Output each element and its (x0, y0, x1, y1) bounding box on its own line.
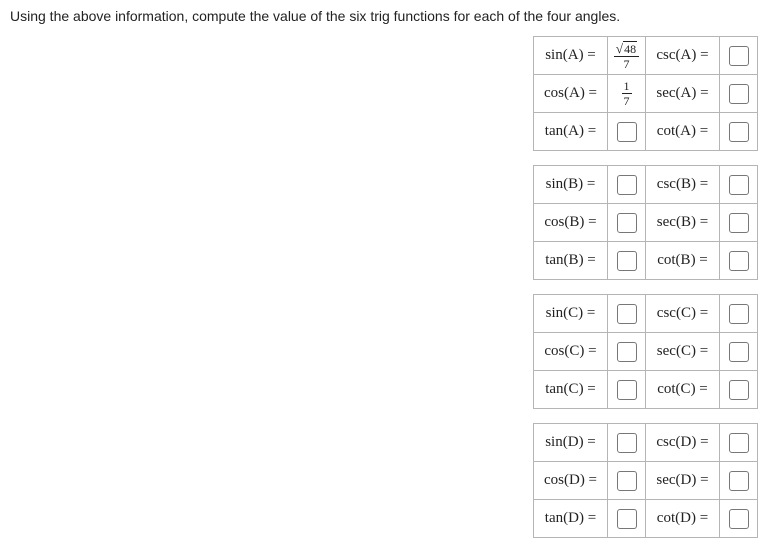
label-cos-D: cos(D) = (534, 462, 608, 500)
label-csc-C: csc(C) = (646, 295, 720, 333)
label-sec-B: sec(B) = (646, 204, 720, 242)
input-csc-D[interactable] (729, 433, 749, 453)
label-cot-B: cot(B) = (646, 242, 720, 280)
label-tan-C: tan(C) = (534, 371, 608, 409)
answer-groups: sin(A) = 48 7 csc(A) = cos(A) = 1 7 sec(… (10, 36, 768, 538)
label-tan-D: tan(D) = (534, 500, 608, 538)
input-csc-B[interactable] (729, 175, 749, 195)
value-cos-A: 1 7 (608, 75, 646, 113)
input-tan-C[interactable] (617, 380, 637, 400)
label-csc-B: csc(B) = (646, 166, 720, 204)
value-sin-A: 48 7 (608, 37, 646, 75)
label-sec-A: sec(A) = (646, 75, 720, 113)
input-cos-B[interactable] (617, 213, 637, 233)
label-tan-B: tan(B) = (534, 242, 608, 280)
input-sin-C[interactable] (617, 304, 637, 324)
label-tan-A: tan(A) = (534, 113, 608, 151)
label-sec-C: sec(C) = (646, 333, 720, 371)
label-sin-A: sin(A) = (534, 37, 608, 75)
input-tan-D[interactable] (617, 509, 637, 529)
input-sin-B[interactable] (617, 175, 637, 195)
label-cot-D: cot(D) = (646, 500, 720, 538)
prompt-text: Using the above information, compute the… (10, 8, 768, 24)
group-C: sin(C) = csc(C) = cos(C) = sec(C) = tan(… (533, 294, 758, 409)
label-cos-B: cos(B) = (534, 204, 608, 242)
input-sin-D[interactable] (617, 433, 637, 453)
input-csc-A[interactable] (729, 46, 749, 66)
input-cot-D[interactable] (729, 509, 749, 529)
label-sec-D: sec(D) = (646, 462, 720, 500)
group-B: sin(B) = csc(B) = cos(B) = sec(B) = tan(… (533, 165, 758, 280)
input-sec-D[interactable] (729, 471, 749, 491)
label-cos-C: cos(C) = (534, 333, 608, 371)
group-A: sin(A) = 48 7 csc(A) = cos(A) = 1 7 sec(… (533, 36, 758, 151)
label-csc-D: csc(D) = (646, 424, 720, 462)
input-sec-C[interactable] (729, 342, 749, 362)
label-sin-C: sin(C) = (534, 295, 608, 333)
input-cos-D[interactable] (617, 471, 637, 491)
input-cos-C[interactable] (617, 342, 637, 362)
label-csc-A: csc(A) = (646, 37, 720, 75)
input-tan-B[interactable] (617, 251, 637, 271)
label-cot-A: cot(A) = (646, 113, 720, 151)
input-cot-B[interactable] (729, 251, 749, 271)
group-D: sin(D) = csc(D) = cos(D) = sec(D) = tan(… (533, 423, 758, 538)
input-tan-A[interactable] (617, 122, 637, 142)
input-sec-A[interactable] (729, 84, 749, 104)
label-sin-B: sin(B) = (534, 166, 608, 204)
input-cot-A[interactable] (729, 122, 749, 142)
input-sec-B[interactable] (729, 213, 749, 233)
label-cot-C: cot(C) = (646, 371, 720, 409)
input-cot-C[interactable] (729, 380, 749, 400)
label-cos-A: cos(A) = (534, 75, 608, 113)
input-csc-C[interactable] (729, 304, 749, 324)
label-sin-D: sin(D) = (534, 424, 608, 462)
